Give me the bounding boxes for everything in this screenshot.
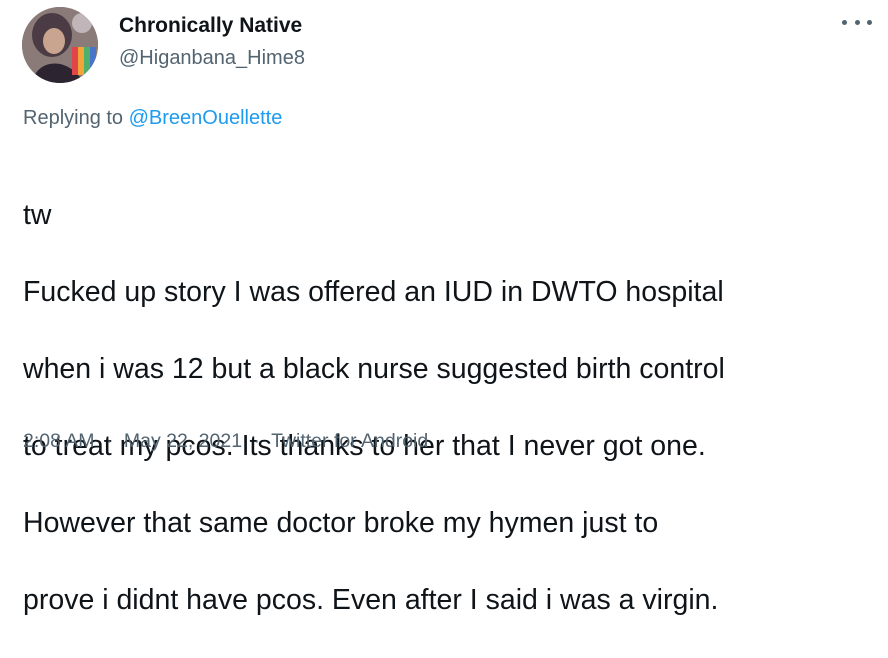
replying-to-link[interactable]: @BreenOuellette — [129, 107, 283, 129]
tweet-card: Chronically Native @Higanbana_Hime8 Repl… — [0, 0, 888, 616]
tweet-text-line: Fucked up story I was offered an IUD in … — [23, 275, 724, 308]
tweet-text-line: However that same doctor broke my hymen … — [23, 506, 659, 539]
tweet-metadata: 2:08 AM · May 22, 2021 · Twitter for And… — [23, 430, 428, 453]
tweet-text-line: when i was 12 but a black nurse suggeste… — [23, 352, 725, 385]
tweet-text-line: tw — [23, 198, 52, 231]
meta-separator: · — [253, 430, 260, 452]
replying-to: Replying to @BreenOuellette — [23, 107, 282, 130]
avatar[interactable] — [22, 7, 98, 83]
tweet-text-line: prove i didnt have pcos. Even after I sa… — [23, 583, 719, 616]
more-options-icon[interactable] — [842, 12, 872, 32]
tweet-source[interactable]: Twitter for Android — [271, 430, 428, 452]
more-dot — [867, 19, 872, 25]
tweet-time[interactable]: 2:08 AM — [23, 430, 95, 452]
author-display-name[interactable]: Chronically Native — [119, 14, 302, 38]
tweet-date[interactable]: May 22, 2021 — [124, 430, 242, 452]
more-dot — [854, 19, 860, 25]
replying-prefix: Replying to — [23, 107, 124, 129]
author-handle[interactable]: @Higanbana_Hime8 — [119, 47, 305, 70]
more-dot — [842, 19, 847, 25]
avatar-image — [22, 7, 98, 83]
meta-separator: · — [105, 430, 113, 452]
tweet-text: tw Fucked up story I was offered an IUD … — [23, 157, 883, 658]
